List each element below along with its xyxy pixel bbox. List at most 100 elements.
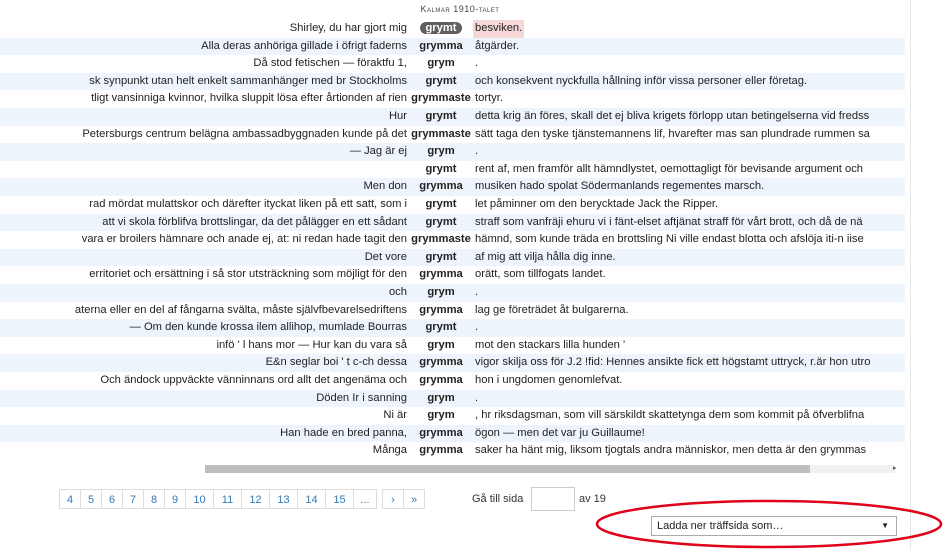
kwic-row[interactable]: Och ändock uppväckte vänninnans ord allt… <box>0 372 905 390</box>
kwic-row[interactable]: rad mördat mulattskor och därefter ityck… <box>0 196 905 214</box>
right-context: sätt taga den tyske tjänstemannens lif, … <box>475 127 870 140</box>
kwic-row[interactable]: vara er broilers hämnare och anade ej, a… <box>0 231 905 249</box>
kwic-row[interactable]: — Om den kunde krossa ilem allihop, muml… <box>0 319 905 337</box>
page-link[interactable]: 12 <box>241 489 270 509</box>
page-link[interactable]: 14 <box>297 489 326 509</box>
next-page-button[interactable]: › <box>382 489 404 509</box>
left-context: Då stod fetischen — föraktfu 1, <box>253 57 407 70</box>
keyword-match[interactable]: grymmaste <box>410 90 472 108</box>
kwic-row[interactable]: sk synpunkt utan helt enkelt sammanhänge… <box>0 72 905 91</box>
right-context: besviken. <box>473 20 525 38</box>
kwic-row[interactable]: Han hade en bred panna, grymma ögon — men … <box>0 424 905 443</box>
right-context: tortyr. <box>475 92 503 105</box>
right-context: . <box>475 57 479 70</box>
keyword-match[interactable]: grymma <box>410 425 472 443</box>
keyword-text: grym <box>427 286 455 298</box>
keyword-text: grymmaste <box>411 233 471 246</box>
left-context: Han hade en bred panna, <box>280 426 407 439</box>
keyword-match[interactable]: grymma <box>410 266 472 284</box>
last-page-button[interactable]: » <box>403 489 425 509</box>
kwic-row[interactable]: aterna eller en del af fångarna svälta, … <box>0 302 905 320</box>
keyword-text: grym <box>427 391 455 404</box>
keyword-text: grymma <box>419 268 463 281</box>
keyword-match[interactable]: grymmaste <box>410 126 472 144</box>
page-link[interactable]: 9 <box>164 489 186 509</box>
left-context: Men don <box>363 180 407 193</box>
red-circle-annotation <box>595 499 943 549</box>
kwic-row[interactable]: Ni är grym , hr riksdagsman, som vill särs… <box>0 407 905 425</box>
kwic-row[interactable]: Petersburgs centrum belägna ambassadbygg… <box>0 126 905 144</box>
corpus-title: Kalmar 1910-talet <box>420 4 500 14</box>
right-context: och konsekvent nyckfulla hållning inför … <box>475 74 808 87</box>
right-context: rent af, men framför allt hämndlystet, o… <box>475 162 864 175</box>
left-context: Det vore <box>364 250 407 263</box>
kwic-row[interactable]: och grym. <box>0 284 905 302</box>
keyword-match[interactable]: grymma <box>410 38 472 56</box>
kwic-row[interactable]: Döden Ir i sanning grym. <box>0 389 905 408</box>
scrollbar-thumb[interactable] <box>205 465 810 473</box>
kwic-results-table: Shirley, du har gjort mig grymt besviken. A… <box>0 20 905 462</box>
keyword-match[interactable]: grym <box>410 337 472 355</box>
page-link[interactable]: 6 <box>101 489 123 509</box>
page-link[interactable]: 7 <box>122 489 144 509</box>
page-link[interactable]: 10 <box>185 489 214 509</box>
kwic-row[interactable]: Det vore grymt af mig att vilja hålla dig … <box>0 248 905 267</box>
page-link[interactable]: 5 <box>80 489 102 509</box>
keyword-text: grymma <box>419 426 463 439</box>
keyword-match[interactable]: grym <box>410 55 472 73</box>
keyword-text: grymt <box>425 110 457 122</box>
keyword-text: grymt <box>425 74 457 87</box>
keyword-match[interactable]: grym <box>410 390 472 408</box>
keyword-match[interactable]: grymt <box>410 214 472 232</box>
page-link[interactable]: 15 <box>325 489 354 509</box>
keyword-match[interactable]: grymt <box>410 20 472 38</box>
kwic-row[interactable]: tligt vansinniga kvinnor, hvilka sluppit… <box>0 90 905 108</box>
page-link[interactable]: 8 <box>143 489 165 509</box>
keyword-match[interactable]: grymt <box>410 73 472 91</box>
keyword-match[interactable]: grymt <box>410 161 472 179</box>
kwic-row[interactable]: Hur grymt detta krig än föres, skall det e… <box>0 108 905 126</box>
kwic-row[interactable]: infö ' l hans mor — Hur kan du vara så gr… <box>0 337 905 355</box>
kwic-row[interactable]: Men don grymma musiken hado spolat Söderma… <box>0 178 905 196</box>
keyword-match[interactable]: grymma <box>410 302 472 320</box>
keyword-match[interactable]: grymt <box>410 319 472 337</box>
page-link[interactable]: 4 <box>59 489 81 509</box>
keyword-match[interactable]: grymma <box>410 372 472 390</box>
right-context: hon i ungdomen genomlefvat. <box>475 374 623 386</box>
keyword-text: grym <box>427 145 455 158</box>
kwic-row[interactable]: erritoriet och ersättning i så stor utst… <box>0 266 905 284</box>
keyword-match[interactable]: grymmaste <box>410 231 472 249</box>
left-context: Alla deras anhöriga gillade i öfrigt fad… <box>201 39 407 52</box>
kwic-row[interactable]: Många grymma saker ha hänt mig, liksom tjo… <box>0 442 905 460</box>
kwic-row[interactable]: grymt rent af, men framför allt hämndlyst… <box>0 161 905 179</box>
keyword-match[interactable]: grymt <box>410 249 472 267</box>
keyword-text: grymma <box>419 374 463 386</box>
kwic-row[interactable]: E&n seglar boi ' t c-ch dessa grymma vigor… <box>0 354 905 372</box>
goto-page-input[interactable] <box>531 487 575 511</box>
keyword-match[interactable]: grymma <box>410 442 472 460</box>
kwic-row[interactable]: — Jag är ej grym. <box>0 143 905 161</box>
keyword-match[interactable]: grym <box>410 284 472 302</box>
keyword-text: grymma <box>419 180 463 193</box>
page-ellipsis[interactable]: ... <box>353 489 377 509</box>
keyword-match[interactable]: grym <box>410 143 472 161</box>
page-link[interactable]: 11 <box>213 489 242 509</box>
scroll-right-arrow-icon[interactable]: ▸ <box>893 464 897 472</box>
kwic-row[interactable]: Shirley, du har gjort mig grymt besviken. <box>0 20 905 38</box>
right-context: . <box>475 321 479 334</box>
keyword-text: grymma <box>419 39 463 52</box>
keyword-match[interactable]: grymt <box>410 108 472 126</box>
page-link[interactable]: 13 <box>269 489 298 509</box>
left-context: E&n seglar boi ' t c-ch dessa <box>265 356 407 369</box>
keyword-match[interactable]: grymma <box>410 354 472 372</box>
left-context: sk synpunkt utan helt enkelt sammanhänge… <box>89 74 407 87</box>
kwic-row[interactable]: att vi skola förblifva brottslingar, da … <box>0 213 905 232</box>
kwic-row[interactable]: Då stod fetischen — föraktfu 1, grym. <box>0 55 905 73</box>
keyword-match[interactable]: grym <box>410 407 472 425</box>
keyword-match[interactable]: grymt <box>410 196 472 214</box>
right-context: . <box>475 391 479 404</box>
kwic-row[interactable]: Alla deras anhöriga gillade i öfrigt fad… <box>0 37 905 56</box>
keyword-match[interactable]: grymma <box>410 178 472 196</box>
horizontal-scrollbar[interactable] <box>205 465 895 473</box>
left-context: och <box>388 286 407 298</box>
